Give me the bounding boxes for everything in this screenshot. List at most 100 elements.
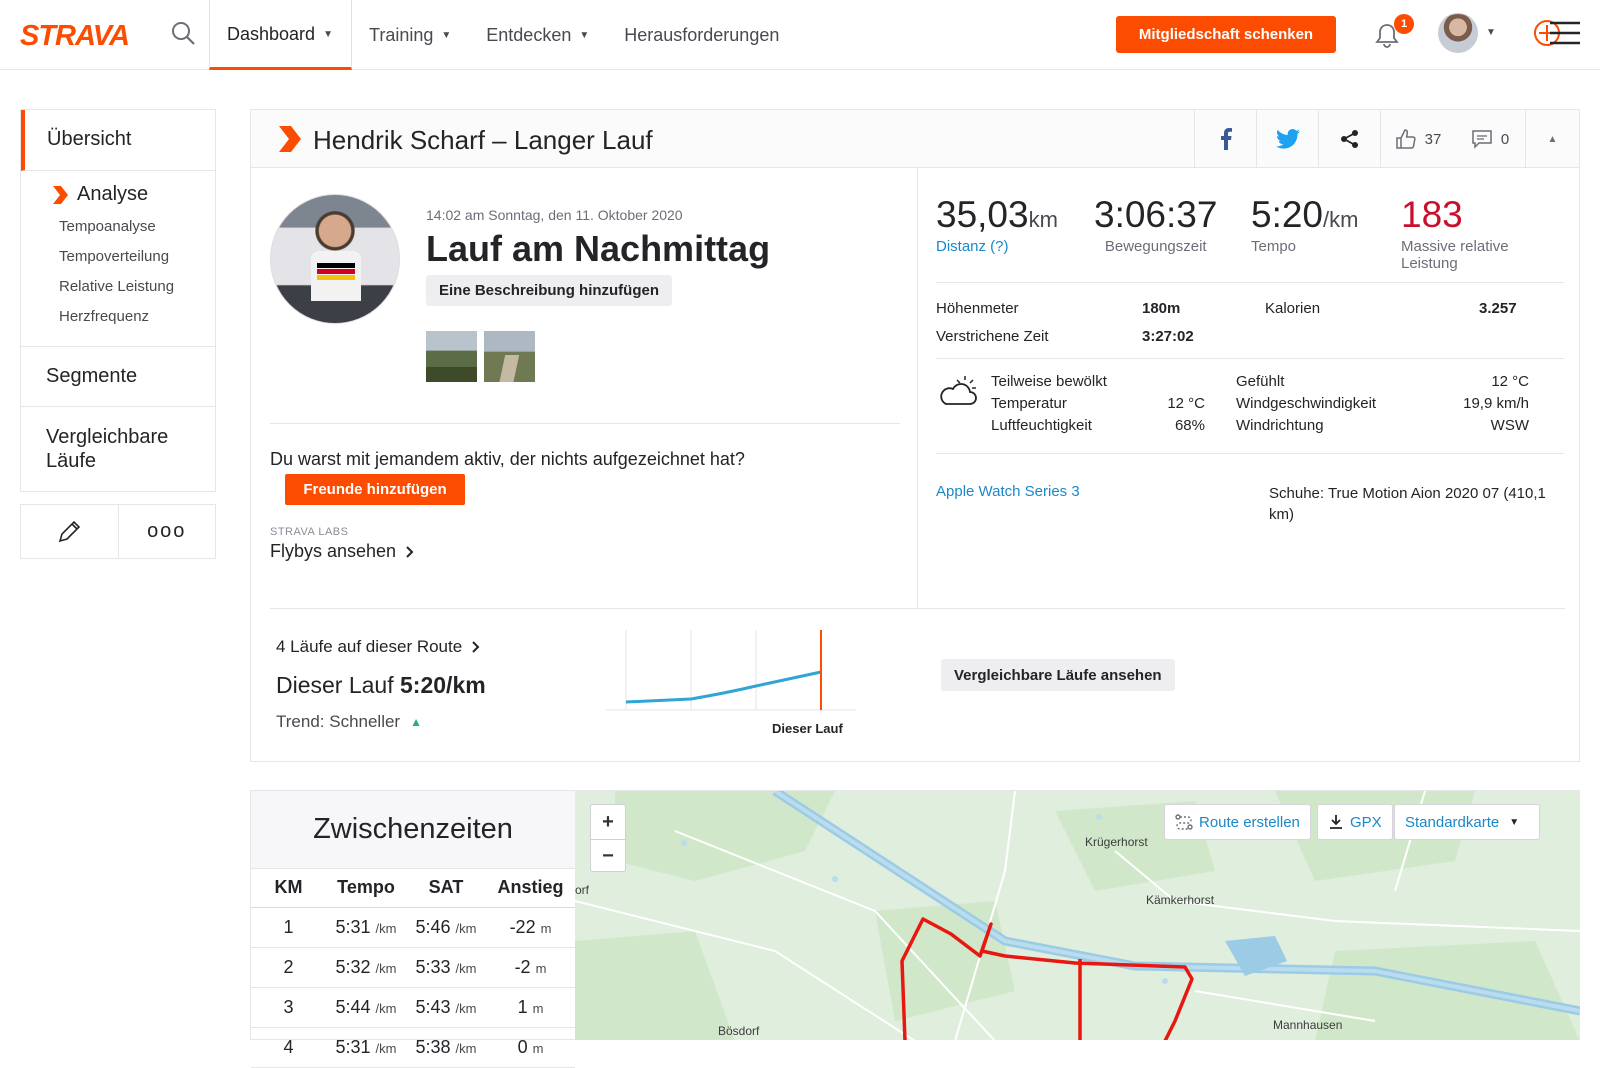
zoom-out-button[interactable]: − [591, 839, 625, 873]
strava-logo[interactable]: STRAVA [20, 20, 130, 53]
sidebar-item-overview[interactable]: Übersicht [21, 110, 215, 171]
trend-label: Trend: Schneller [276, 712, 401, 731]
sidebar-item-comparable-runs[interactable]: Vergleichbare Läufe [21, 407, 215, 491]
kudos-button[interactable]: 37 [1380, 110, 1455, 168]
more-icon: ooo [147, 520, 187, 542]
flybys-label: Flybys ansehen [270, 541, 397, 561]
twitter-share-button[interactable] [1256, 110, 1318, 168]
weather-condition-col: Teilweise bewölkt Temperatur Luftfeuchti… [991, 371, 1107, 437]
stat-relative-effort[interactable]: 183 Massive relative Leistung [1401, 194, 1551, 272]
compare-runs-button[interactable]: Vergleichbare Läufe ansehen [941, 659, 1175, 691]
comments-button[interactable]: 0 [1455, 110, 1525, 168]
wind-speed-label: Windgeschwindigkeit [1236, 395, 1377, 412]
facebook-icon [1220, 128, 1232, 150]
split-km: 2 [251, 947, 326, 988]
activity-photo-1[interactable] [426, 331, 477, 382]
split-gap: 5:46 /km [406, 907, 486, 948]
stat-pace: 5:20/km Tempo [1251, 194, 1358, 255]
splits-panel: Zwischenzeiten KM Tempo SAT Anstieg 1 5:… [250, 790, 575, 1068]
strava-flag-icon [279, 126, 301, 152]
map-type-label: Standardkarte [1405, 813, 1500, 831]
route-map[interactable]: Krügerhorst Kämkerhorst Mannhausen Bösdo… [575, 790, 1580, 1040]
elapsed-time-value: 3:27:02 [1142, 328, 1194, 345]
caret-up-icon: ▲ [1547, 133, 1558, 145]
athlete-avatar[interactable] [270, 194, 400, 324]
sidebar-item-segments[interactable]: Segmente [21, 347, 215, 407]
trend-chart-label: Dieser Lauf [772, 721, 843, 736]
table-row: 3 5:44 /km 5:43 /km 1 m [251, 987, 575, 1028]
distance-label[interactable]: Distanz (?) [936, 238, 1058, 255]
divider [936, 453, 1564, 454]
pace-unit: /km [1323, 207, 1359, 232]
pencil-icon [59, 520, 81, 542]
kudos-count: 37 [1424, 130, 1442, 148]
search-icon[interactable] [170, 20, 196, 46]
this-run-pace-value: 5:20/km [400, 672, 486, 698]
split-pace: 5:44 /km [326, 987, 406, 1028]
gpx-download-button[interactable]: GPX [1317, 804, 1393, 840]
thumbs-up-icon [1395, 129, 1416, 149]
menu-icon[interactable] [1532, 18, 1584, 48]
avatar[interactable] [1438, 13, 1478, 53]
sidebar-analysis-label: Analyse [77, 183, 149, 205]
zoom-in-button[interactable]: + [591, 805, 625, 839]
elapsed-time-label: Verstrichene Zeit [936, 328, 1049, 345]
flybys-link[interactable]: Flybys ansehen [270, 541, 414, 562]
nav-explore-label: Entdecken [486, 24, 572, 45]
nav-dashboard[interactable]: Dashboard ▼ [209, 0, 352, 70]
sidebar-item-pace-analysis[interactable]: Tempoanalyse [51, 218, 215, 248]
runs-on-route-link[interactable]: 4 Läufe auf dieser Route [276, 637, 480, 657]
split-pace: 5:31 /km [326, 1027, 406, 1068]
weather-values-col: 12 °C 68% [1145, 393, 1205, 437]
map-type-dropdown[interactable]: Standardkarte ▼ [1394, 804, 1540, 840]
sidebar-item-pace-distribution[interactable]: Tempoverteilung [51, 248, 215, 278]
comment-icon [1472, 130, 1492, 149]
wind-direction-label: Windrichtung [1236, 417, 1324, 434]
sidebar-item-analysis[interactable]: Analyse [51, 183, 215, 206]
chevron-down-icon: ▼ [579, 29, 590, 41]
activity-photo-2[interactable] [484, 331, 535, 382]
col-elevation: Anstieg [486, 869, 575, 908]
nav-challenges-label: Herausforderungen [624, 24, 780, 45]
gift-membership-button[interactable]: Mitgliedschaft schenken [1116, 16, 1336, 53]
nav-challenges[interactable]: Herausforderungen [607, 0, 797, 70]
shoes-info: Schuhe: True Motion Aion 2020 07 (410,1 … [1269, 485, 1546, 523]
split-pace: 5:32 /km [326, 947, 406, 988]
splits-table: KM Tempo SAT Anstieg 1 5:31 /km 5:46 /km… [251, 869, 575, 1068]
sidebar-item-relative-effort[interactable]: Relative Leistung [51, 278, 215, 308]
split-elevation: 1 m [486, 987, 575, 1028]
create-route-button[interactable]: Route erstellen [1164, 804, 1311, 840]
sidebar-item-heart-rate[interactable]: Herzfrequenz [51, 308, 215, 338]
col-gap: SAT [406, 869, 486, 908]
wind-speed-value: 19,9 km/h [1463, 395, 1529, 412]
split-gap: 5:33 /km [406, 947, 486, 988]
caret-down-icon: ▼ [1509, 816, 1520, 828]
nav-training[interactable]: Training ▼ [352, 0, 469, 70]
elevation-label: Höhenmeter [936, 300, 1019, 317]
map-place-label: Mannhausen [1273, 1018, 1343, 1032]
add-description-button[interactable]: Eine Beschreibung hinzufügen [426, 275, 673, 306]
more-actions-button[interactable]: ooo [117, 505, 216, 558]
divider [270, 608, 1565, 609]
strava-flag-icon [53, 185, 68, 204]
divider [936, 358, 1564, 359]
share-button[interactable] [1318, 110, 1380, 168]
wind-values-col: 12 °C 19,9 km/h WSW [1429, 371, 1529, 437]
collapse-button[interactable]: ▲ [1525, 110, 1579, 168]
download-icon [1330, 815, 1342, 829]
table-row: 2 5:32 /km 5:33 /km -2 m [251, 947, 575, 988]
split-km: 1 [251, 907, 326, 948]
split-elevation: -2 m [486, 947, 575, 988]
strava-labs-label: STRAVA LABS [270, 526, 349, 538]
nav-explore[interactable]: Entdecken ▼ [469, 0, 607, 70]
split-km: 3 [251, 987, 326, 1028]
add-friends-button[interactable]: Freunde hinzufügen [285, 474, 465, 505]
share-icon [1340, 130, 1358, 148]
trend-up-icon: ▲ [410, 715, 422, 729]
divider [936, 282, 1564, 283]
humidity-value: 68% [1174, 417, 1205, 434]
edit-button[interactable] [21, 505, 118, 558]
chevron-down-icon[interactable]: ▼ [1486, 27, 1496, 38]
device-link[interactable]: Apple Watch Series 3 [936, 483, 1080, 500]
facebook-share-button[interactable] [1194, 110, 1256, 168]
